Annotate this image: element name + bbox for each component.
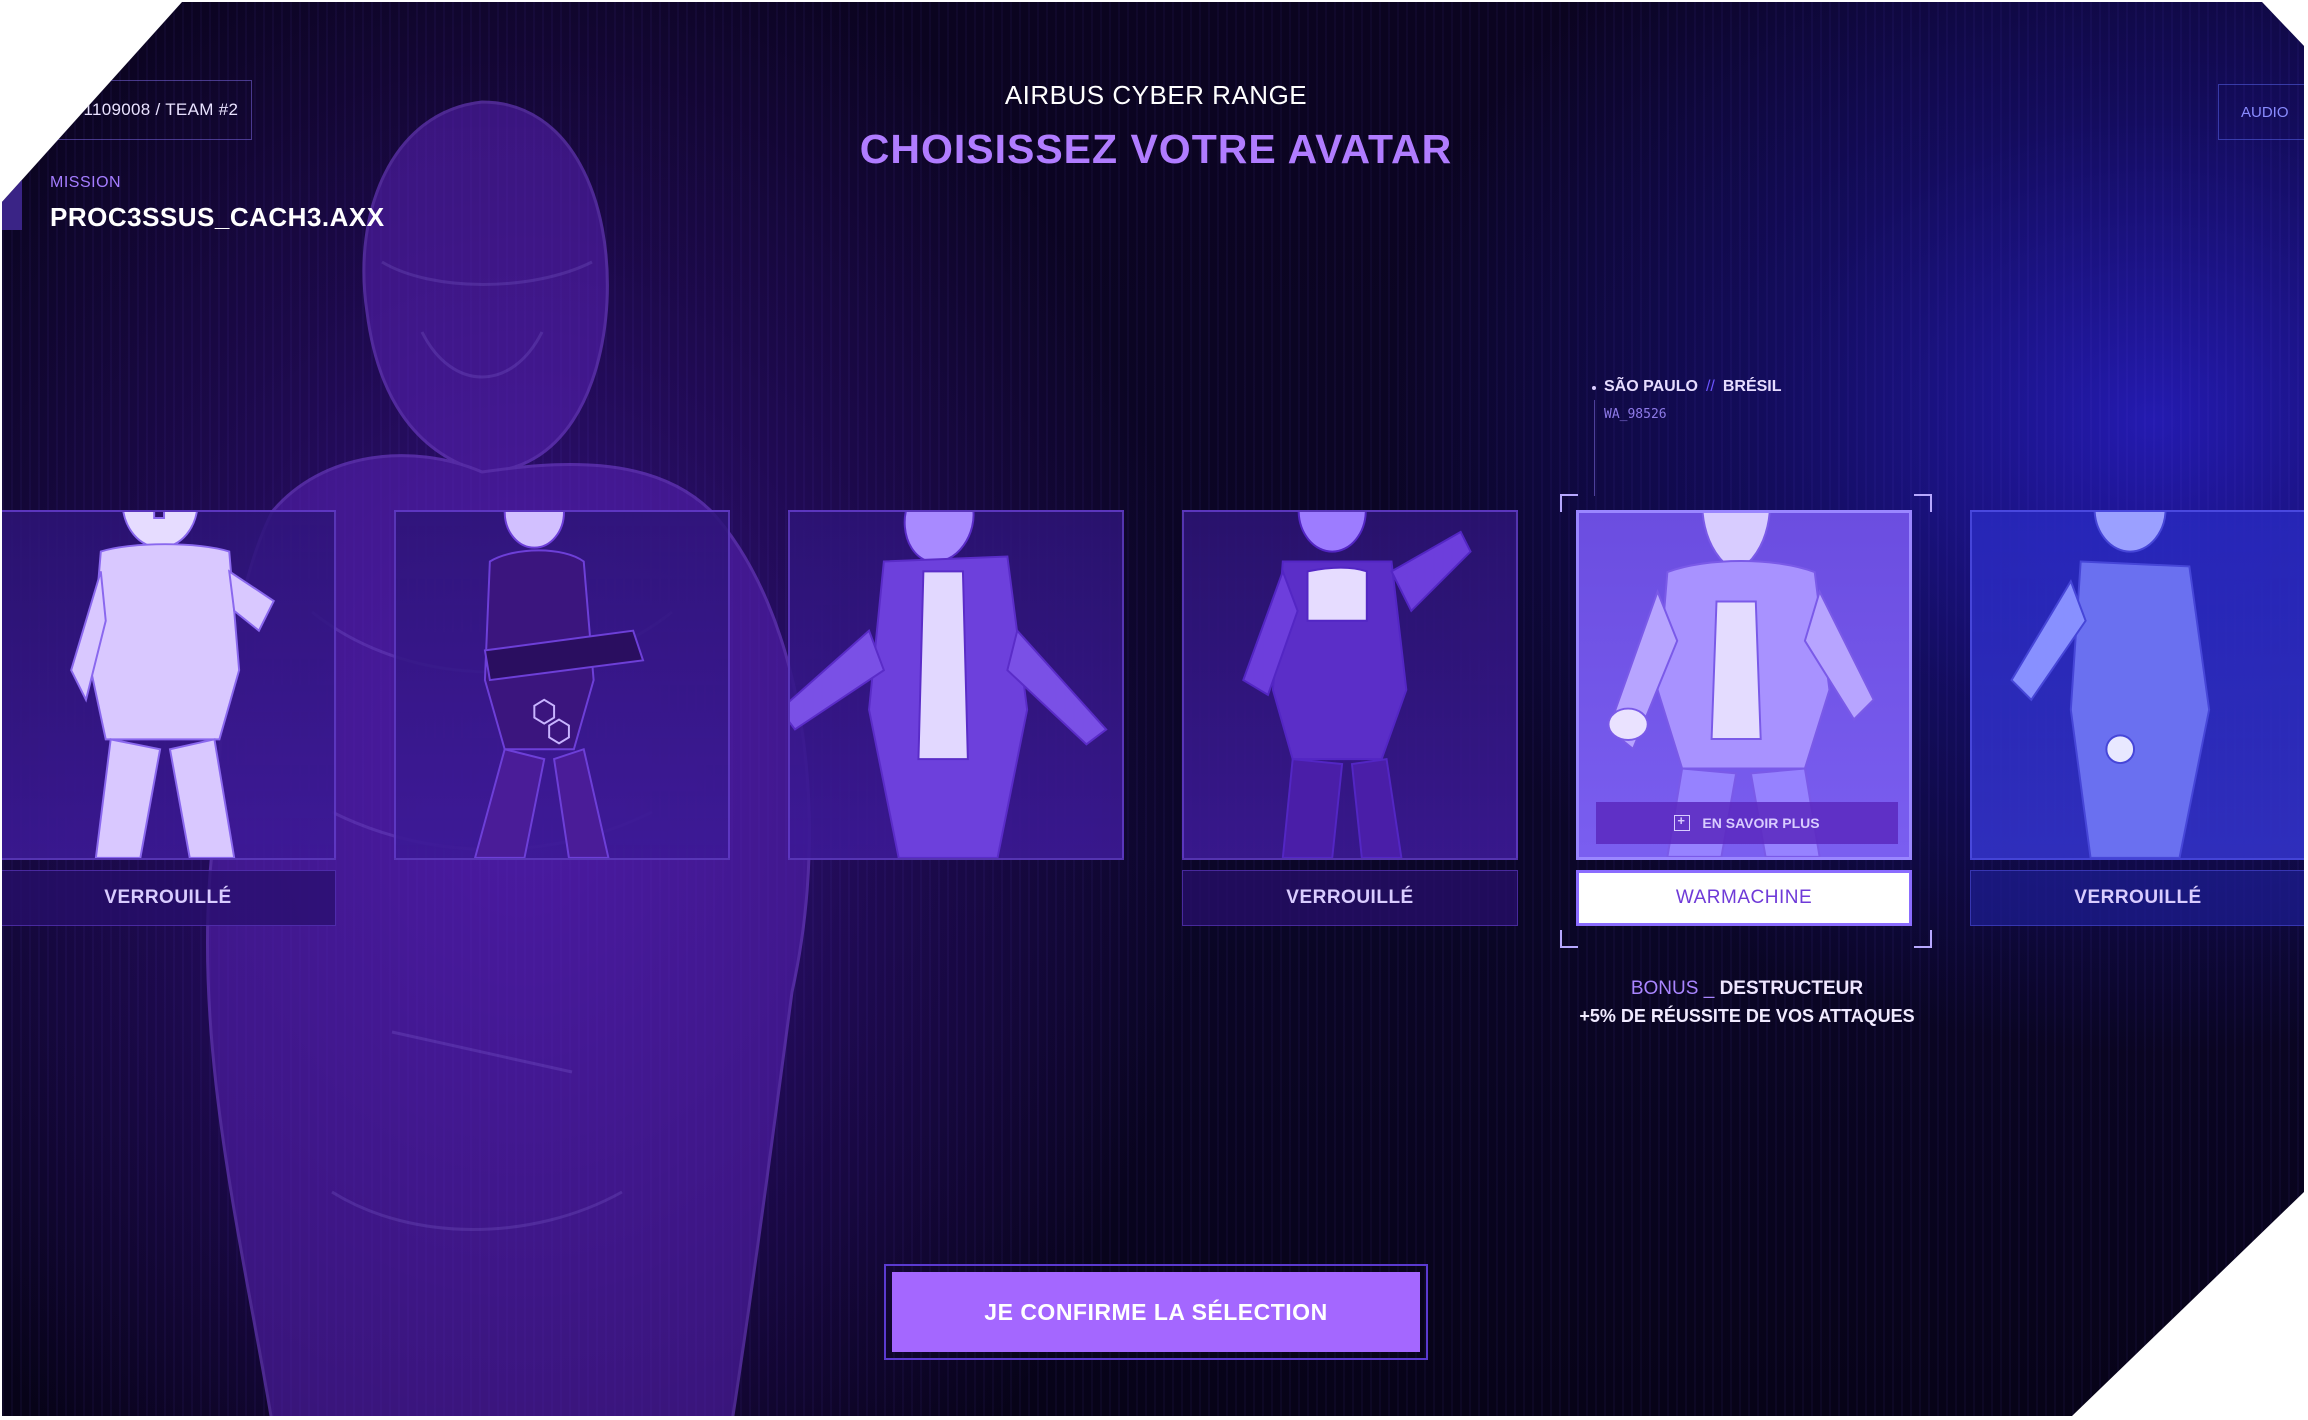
- location-dot: [1592, 386, 1596, 390]
- selection-corner-top-right: [1914, 494, 1932, 512]
- location-city: SÃO PAULO: [1604, 378, 1698, 395]
- bonus-title: BONUS _ DESTRUCTEUR: [1542, 978, 1952, 1000]
- avatar-card-1[interactable]: [2, 510, 336, 860]
- avatar-figure-2: [473, 512, 645, 858]
- page-title: CHOISISSEZ VOTRE AVATAR: [859, 126, 1453, 172]
- avatar-figure-1: [70, 512, 276, 858]
- expand-icon: [1674, 813, 1691, 831]
- avatar-code: WA_98526: [1604, 407, 1667, 422]
- mission-label: MISSION: [50, 174, 122, 191]
- app-title: AIRBUS CYBER RANGE: [1004, 80, 1308, 110]
- avatar-label-4: VERROUILLÉ: [1182, 870, 1518, 926]
- bonus-name: DESTRUCTEUR: [1719, 978, 1864, 999]
- selection-corner-bottom-left: [1560, 930, 1578, 948]
- learn-more-label: EN SAVOIR PLUS: [1702, 815, 1820, 831]
- learn-more-button[interactable]: EN SAVOIR PLUS: [1596, 802, 1898, 844]
- avatar-card-2[interactable]: [394, 510, 730, 860]
- bonus-detail: +5% DE RÉUSSITE DE VOS ATTAQUES: [1579, 1006, 1915, 1026]
- confirm-button-frame: JE CONFIRME LA SÉLECTION: [884, 1264, 1428, 1360]
- mission-name: PROC3SSUS_CACH3.AXX: [50, 202, 385, 232]
- location-separator: //: [1705, 378, 1715, 395]
- avatar-figure-3: [790, 512, 1108, 858]
- confirm-selection-button[interactable]: JE CONFIRME LA SÉLECTION: [892, 1272, 1420, 1352]
- game-screen: SION N°1109008 / TEAM #2 AUDIO MISSION P…: [2, 2, 2304, 1416]
- avatar-card-4[interactable]: [1182, 510, 1518, 860]
- avatar-label-5-selected: WARMACHINE: [1576, 870, 1912, 926]
- avatar-figure-6: [2010, 512, 2211, 858]
- selection-corner-bottom-right: [1914, 930, 1932, 948]
- avatar-figure-4: [1242, 512, 1472, 858]
- avatar-label-6: VERROUILLÉ: [1970, 870, 2304, 926]
- avatar-card-3[interactable]: [788, 510, 1124, 860]
- selected-location: SÃO PAULO // BRÉSIL: [1604, 378, 1782, 396]
- avatar-label-1: VERROUILLÉ: [2, 870, 336, 926]
- location-connector-line: [1594, 400, 1595, 496]
- mission-indicator-bar: [2, 176, 22, 230]
- location-country: BRÉSIL: [1722, 378, 1782, 395]
- bonus-prefix: BONUS _: [1630, 978, 1715, 999]
- avatar-card-6[interactable]: [1970, 510, 2304, 860]
